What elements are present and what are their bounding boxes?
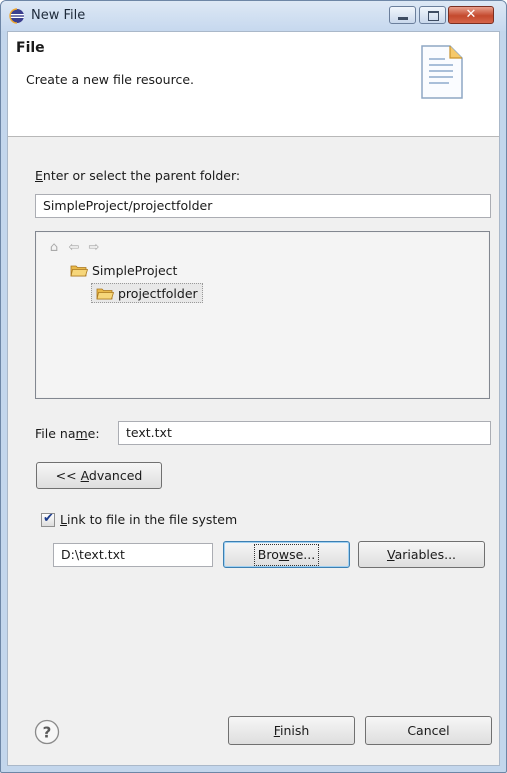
svg-text:?: ?: [43, 724, 52, 742]
file-name-label: File name:: [35, 426, 100, 441]
tree-item-projectfolder[interactable]: projectfolder: [91, 283, 203, 303]
maximize-icon: [428, 11, 439, 21]
link-path-input[interactable]: D:\text.txt: [53, 543, 213, 567]
parent-folder-label: Enter or select the parent folder:: [35, 168, 241, 183]
folder-tree[interactable]: ⌂ ⇦ ⇨ SimpleProject projectfolder: [35, 231, 490, 399]
dialog-content: File Create a new file resource. Enter o…: [7, 31, 500, 766]
tree-item-label: SimpleProject: [92, 263, 178, 278]
back-arrow-icon[interactable]: ⇦: [67, 241, 81, 255]
banner-description: Create a new file resource.: [26, 72, 194, 87]
maximize-button[interactable]: [419, 6, 446, 24]
tree-item-simpleproject[interactable]: SimpleProject: [70, 261, 177, 281]
close-button[interactable]: ✕: [448, 6, 494, 24]
minimize-button[interactable]: [389, 6, 416, 24]
finish-button[interactable]: Finish: [228, 716, 355, 745]
open-folder-icon: [70, 265, 88, 277]
banner-title: File: [16, 40, 45, 56]
link-to-file-label[interactable]: Link to file in the file system: [60, 512, 237, 527]
checkmark-icon: ✔: [43, 511, 54, 526]
tree-item-label: projectfolder: [118, 286, 198, 301]
home-icon[interactable]: ⌂: [47, 241, 61, 255]
forward-arrow-icon[interactable]: ⇨: [87, 241, 101, 255]
wizard-banner: File Create a new file resource.: [8, 32, 499, 137]
advanced-button[interactable]: << Advanced: [36, 462, 162, 489]
title-bar[interactable]: New File ✕: [1, 1, 506, 31]
browse-button[interactable]: Browse...: [223, 541, 350, 568]
open-folder-icon: [96, 288, 114, 300]
parent-folder-input[interactable]: SimpleProject/projectfolder: [35, 194, 491, 218]
minimize-icon: [398, 17, 408, 20]
new-file-wizard-icon: [421, 45, 463, 99]
variables-button[interactable]: Variables...: [358, 541, 485, 568]
eclipse-app-icon: [9, 8, 24, 24]
dialog-window: New File ✕ File Create a new file resour…: [0, 0, 507, 773]
wizard-body: Enter or select the parent folder: Simpl…: [8, 137, 499, 765]
file-name-input[interactable]: text.txt: [118, 421, 491, 445]
link-to-file-checkbox[interactable]: ✔: [41, 511, 55, 527]
cancel-button[interactable]: Cancel: [365, 716, 492, 745]
help-icon[interactable]: ?: [34, 719, 60, 745]
close-icon: ✕: [465, 7, 477, 22]
window-title: New File: [31, 8, 86, 23]
